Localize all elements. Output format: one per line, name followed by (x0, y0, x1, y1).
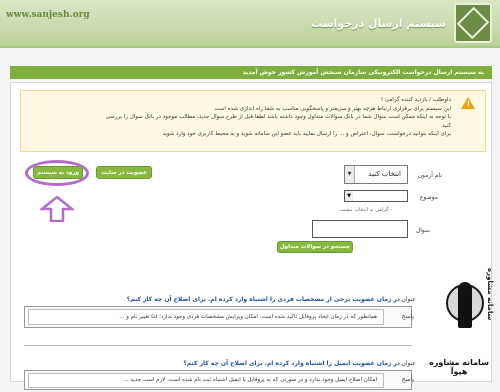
pen-icon (458, 282, 472, 328)
faq-2-title-label: عنوان (401, 360, 416, 367)
notice-box: ! داوطلب / بازدید کننده گرامی ! این سیست… (20, 90, 486, 152)
divider (24, 345, 412, 346)
faq-1-answer: همانطور که در زمان ایجاد پروفایل تاکید ش… (28, 309, 384, 325)
welcome-banner: به سیستم ارسال درخواست الکترونیکی سازمان… (10, 66, 492, 79)
warning-exclamation: ! (466, 100, 470, 108)
watermark-bottom-text: سامانه مشاوره هپوآ (429, 358, 489, 376)
watermark-badge: سامانه مشاوره سامانه مشاوره هپوآ (426, 268, 496, 390)
arrow-up-icon (40, 196, 74, 222)
subject-hint: - گرامی به انتخاب نیست. (338, 207, 392, 213)
browser-page: www.sanjesh.org سیستم ارسال درخواست به س… (0, 0, 500, 392)
exam-select[interactable]: ▼ انتخاب کنید (344, 165, 408, 184)
faq-2-question[interactable]: در زمان عضویت ایمیل را اشتباه وارد کرده … (183, 360, 400, 367)
notice-line-3: کنید (442, 122, 451, 129)
notice-line-1: این سیستم برای برقراری ارتباط هرچه بهتر … (214, 105, 451, 112)
faq-search-button[interactable]: جستجو در سوالات متداول (277, 241, 353, 253)
question-label: سوال (415, 227, 430, 234)
subject-select[interactable]: ▼ (344, 190, 408, 202)
notice-line-4: برای اینکه بتوانید درخواست، سوال، اعتراض… (162, 131, 451, 137)
watermark-vertical-text: سامانه مشاوره (486, 268, 494, 321)
exam-select-value: انتخاب کنید (368, 170, 401, 178)
notice-line-2: با توجه به اینکه ممکن است سوال شما در با… (105, 114, 451, 120)
question-input[interactable] (312, 220, 408, 238)
chevron-down-icon: ▼ (345, 166, 355, 183)
highlight-circle (25, 160, 89, 186)
faq-2-answer-label: پاسخ (401, 376, 414, 383)
site-url[interactable]: www.sanjesh.org (6, 10, 90, 20)
faq-2-answer: امکان اصلاح ایمیل وجود ندارد و در صورتی … (28, 373, 384, 388)
faq-1-title-label: عنوان (401, 296, 416, 303)
faq-1-question[interactable]: در زمان عضویت برخی از مشخصات فردی را اشت… (127, 296, 400, 303)
chevron-down-icon: ▼ (345, 191, 353, 201)
site-header: www.sanjesh.org سیستم ارسال درخواست (0, 0, 500, 48)
notice-text: داوطلب / بازدید کننده گرامی ! این سیستم … (31, 96, 451, 139)
notice-greeting: داوطلب / بازدید کننده گرامی ! (380, 97, 451, 103)
exam-label: نام آزمون (417, 172, 442, 179)
logo-emblem-icon (456, 6, 490, 40)
membership-button[interactable]: عضویت در سایت (96, 166, 152, 179)
sanjesh-logo[interactable] (454, 3, 492, 43)
subject-label: موضوع (419, 194, 438, 201)
header-title: سیستم ارسال درخواست (311, 17, 446, 30)
faq-1-answer-label: پاسخ (401, 313, 414, 320)
